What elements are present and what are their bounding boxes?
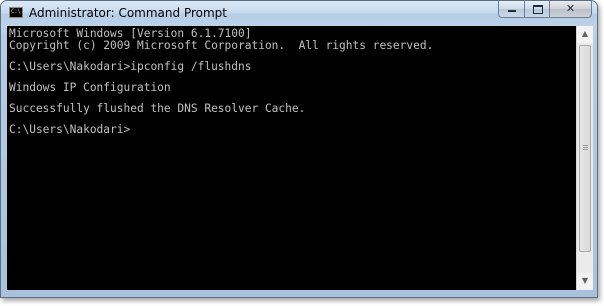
thumb-grip <box>583 149 588 150</box>
caption-buttons: ✕ <box>498 1 592 19</box>
maximize-button[interactable] <box>524 1 549 18</box>
thumb-grip <box>583 147 588 148</box>
arrow-down-icon: ▼ <box>581 276 589 285</box>
minimize-button[interactable] <box>498 1 524 18</box>
window-title: Administrator: Command Prompt <box>29 6 227 20</box>
console-prompt-line: C:\Users\Nakodari> <box>9 123 131 136</box>
console-line: Windows IP Configuration <box>9 81 171 94</box>
maximize-icon <box>533 5 543 14</box>
close-button[interactable]: ✕ <box>549 1 592 18</box>
scroll-down-button[interactable]: ▼ <box>577 273 593 290</box>
app-icon-label: C:\ <box>11 8 21 15</box>
console-output[interactable]: Microsoft Windows [Version 6.1.7100] Cop… <box>7 26 576 290</box>
vertical-scrollbar[interactable]: ▲ ▼ <box>576 26 593 290</box>
minimize-icon <box>508 10 516 12</box>
close-icon: ✕ <box>565 2 576 15</box>
scrollbar-thumb[interactable] <box>579 45 591 252</box>
title-bar[interactable]: C:\ Administrator: Command Prompt ✕ <box>1 1 597 26</box>
console-line: Copyright (c) 2009 Microsoft Corporation… <box>9 39 434 52</box>
thumb-grip <box>583 145 588 146</box>
scroll-up-button[interactable]: ▲ <box>577 26 593 43</box>
command-prompt-window: C:\ Administrator: Command Prompt ✕ Micr… <box>0 0 598 298</box>
console-line: C:\Users\Nakodari>ipconfig /flushdns <box>9 60 252 73</box>
cmd-app-icon[interactable]: C:\ <box>9 7 23 18</box>
arrow-up-icon: ▲ <box>581 29 589 38</box>
console-line: Successfully flushed the DNS Resolver Ca… <box>9 102 306 115</box>
